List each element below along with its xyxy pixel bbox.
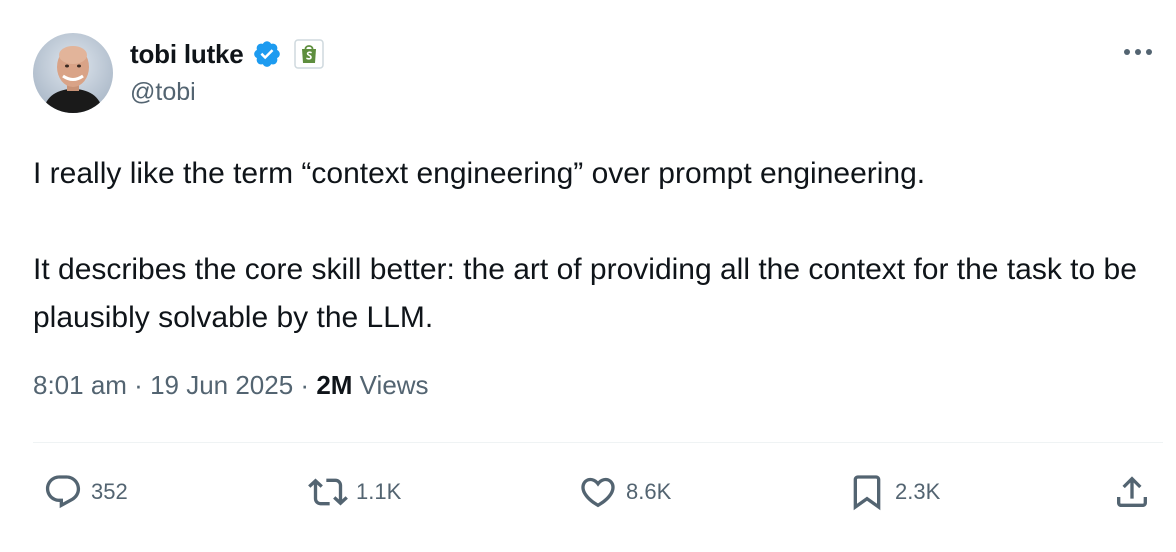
meta-separator: · xyxy=(293,370,317,400)
like-count: 8.6K xyxy=(626,479,672,504)
avatar[interactable] xyxy=(33,33,113,113)
bookmark-count: 2.3K xyxy=(895,479,941,504)
more-icon xyxy=(1124,49,1152,55)
author-display-name[interactable]: tobi lutke xyxy=(130,39,244,70)
tweet-metadata: 8:01 am · 19 Jun 2025 · 2M Views xyxy=(33,370,429,401)
retweet-count: 1.1K xyxy=(356,479,402,504)
tweet-text: I really like the term “context engineer… xyxy=(33,150,1143,342)
bookmark-button[interactable]: 2.3K xyxy=(847,472,940,512)
retweet-icon xyxy=(308,478,348,506)
views-label: Views xyxy=(359,370,429,400)
tweet-paragraph: I really like the term “context engineer… xyxy=(33,157,926,190)
like-icon xyxy=(581,477,615,508)
views-count: 2M xyxy=(316,370,353,400)
verified-icon[interactable] xyxy=(252,39,282,69)
reply-button[interactable]: 352 xyxy=(43,472,128,512)
shopify-bag-icon[interactable] xyxy=(293,39,324,69)
reply-icon xyxy=(45,475,81,509)
meta-separator: · xyxy=(126,370,151,400)
reply-count: 352 xyxy=(91,479,128,504)
share-button[interactable] xyxy=(1112,472,1152,512)
author-handle[interactable]: @tobi xyxy=(130,78,196,107)
tweet-time[interactable]: 8:01 am xyxy=(33,370,127,400)
more-options-button[interactable] xyxy=(1120,38,1156,66)
tweet-card: tobi lutke @tobi I really like the term … xyxy=(0,0,1176,552)
tweet-paragraph: It describes the core skill better: the … xyxy=(33,253,1137,334)
share-icon xyxy=(1117,476,1147,507)
tweet-date[interactable]: 19 Jun 2025 xyxy=(150,370,293,400)
author-name-row: tobi lutke xyxy=(130,38,324,70)
like-button[interactable]: 8.6K xyxy=(578,472,671,512)
divider xyxy=(33,442,1163,443)
retweet-button[interactable]: 1.1K xyxy=(308,472,401,512)
bookmark-icon xyxy=(853,475,881,511)
